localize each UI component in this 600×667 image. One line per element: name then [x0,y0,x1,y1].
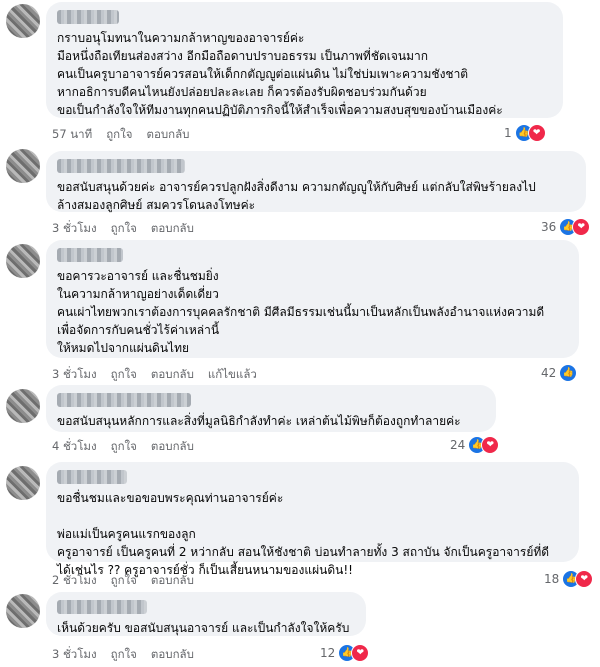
comment-text: กราบอนุโมทนาในความกล้าหาญของอาจารย์ค่ะ ม… [57,31,503,117]
avatar[interactable] [6,149,40,183]
avatar[interactable] [6,4,40,38]
reply-button[interactable]: ตอบกลับ [151,220,194,238]
comment-text: ขอคารวะอาจารย์ และชื่นชมยิ่ง ในความกล้าห… [57,269,545,355]
reaction-count: 12 [320,646,336,660]
comment-actions: 57 นาที ถูกใจ ตอบกลับ [52,126,203,144]
avatar[interactable] [6,389,40,423]
like-button[interactable]: ถูกใจ [106,126,132,144]
reply-button[interactable]: ตอบกลับ [151,438,194,456]
comment-bubble: กราบอนุโมทนาในความกล้าหาญของอาจารย์ค่ะ ม… [46,2,563,118]
love-icon: ❤ [351,644,370,662]
reply-button[interactable]: ตอบกลับ [151,646,194,664]
author-name-blurred[interactable] [57,470,127,484]
timestamp[interactable]: 4 ชั่วโมง [52,438,97,456]
comment-actions: 3 ชั่วโมง ถูกใจ ตอบกลับ แก้ไขแล้ว [52,366,271,384]
reactions[interactable]: 1 👍 ❤ [504,124,546,142]
comment-actions: 4 ชั่วโมง ถูกใจ ตอบกลับ [52,438,208,456]
like-button[interactable]: ถูกใจ [111,438,137,456]
comment-bubble: ขอชื่นชมและขอขอบพระคุณท่านอาจารย์ค่ะ พ่อ… [46,462,579,577]
author-name-blurred[interactable] [57,159,185,173]
comment-text: ขอชื่นชมและขอขอบพระคุณท่านอาจารย์ค่ะ พ่อ… [57,491,550,577]
reaction-count: 1 [504,126,512,140]
reply-button[interactable]: ตอบกลับ [151,366,194,384]
reaction-count: 24 [450,438,466,452]
author-name-blurred[interactable] [57,248,123,262]
comment-actions: 3 ชั่วโมง ถูกใจ ตอบกลับ [52,220,208,238]
timestamp[interactable]: 3 ชั่วโมง [52,366,97,384]
comment-text: ขอสนับสนุนด้วยค่ะ อาจารย์ควรปลูกฝังสิ่งด… [57,180,536,212]
edited-label: แก้ไขแล้ว [207,367,257,381]
timestamp[interactable]: 3 ชั่วโมง [52,646,97,664]
like-button[interactable]: ถูกใจ [111,572,137,590]
comment-bubble: ขอคารวะอาจารย์ และชื่นชมยิ่ง ในความกล้าห… [46,240,579,358]
author-name-blurred[interactable] [57,393,191,407]
reaction-count: 18 [544,572,560,586]
avatar[interactable] [6,466,40,500]
reaction-count: 42 [541,366,557,380]
comment-bubble: เห็นด้วยครับ ขอสนับสนุนอาจารย์ และเป็นกำ… [46,592,366,636]
comment-text: เห็นด้วยครับ ขอสนับสนุนอาจารย์ และเป็นกำ… [57,621,350,635]
reaction-count: 36 [541,220,557,234]
like-button[interactable]: ถูกใจ [111,646,137,664]
love-icon: ❤ [481,436,500,454]
reply-button[interactable]: ตอบกลับ [151,572,194,590]
timestamp[interactable]: 3 ชั่วโมง [52,220,97,238]
like-icon: 👍 [559,364,578,382]
reply-button[interactable]: ตอบกลับ [146,126,189,144]
love-icon: ❤ [527,124,546,142]
comment-bubble: ขอสนับสนุนหลักการและสิ่งที่มูลนิธิกำลังท… [46,385,496,432]
timestamp[interactable]: 57 นาที [52,126,92,144]
reactions[interactable]: 42 👍 [541,364,578,382]
love-icon: ❤ [575,570,594,588]
reactions[interactable]: 18 👍 ❤ [544,570,594,588]
comment-bubble: ขอสนับสนุนด้วยค่ะ อาจารย์ควรปลูกฝังสิ่งด… [46,151,586,212]
like-button[interactable]: ถูกใจ [111,366,137,384]
love-icon: ❤ [572,218,591,236]
comment-actions: 3 ชั่วโมง ถูกใจ ตอบกลับ [52,646,208,664]
reactions[interactable]: 24 👍 ❤ [450,436,500,454]
timestamp[interactable]: 2 ชั่วโมง [52,572,97,590]
like-button[interactable]: ถูกใจ [111,220,137,238]
comment-text: ขอสนับสนุนหลักการและสิ่งที่มูลนิธิกำลังท… [57,414,461,428]
reactions[interactable]: 12 👍 ❤ [320,644,370,662]
reactions[interactable]: 36 👍 ❤ [541,218,591,236]
author-name-blurred[interactable] [57,600,147,614]
author-name-blurred[interactable] [57,10,119,24]
avatar[interactable] [6,244,40,278]
avatar[interactable] [6,594,40,628]
comment-actions: 2 ชั่วโมง ถูกใจ ตอบกลับ [52,572,208,590]
